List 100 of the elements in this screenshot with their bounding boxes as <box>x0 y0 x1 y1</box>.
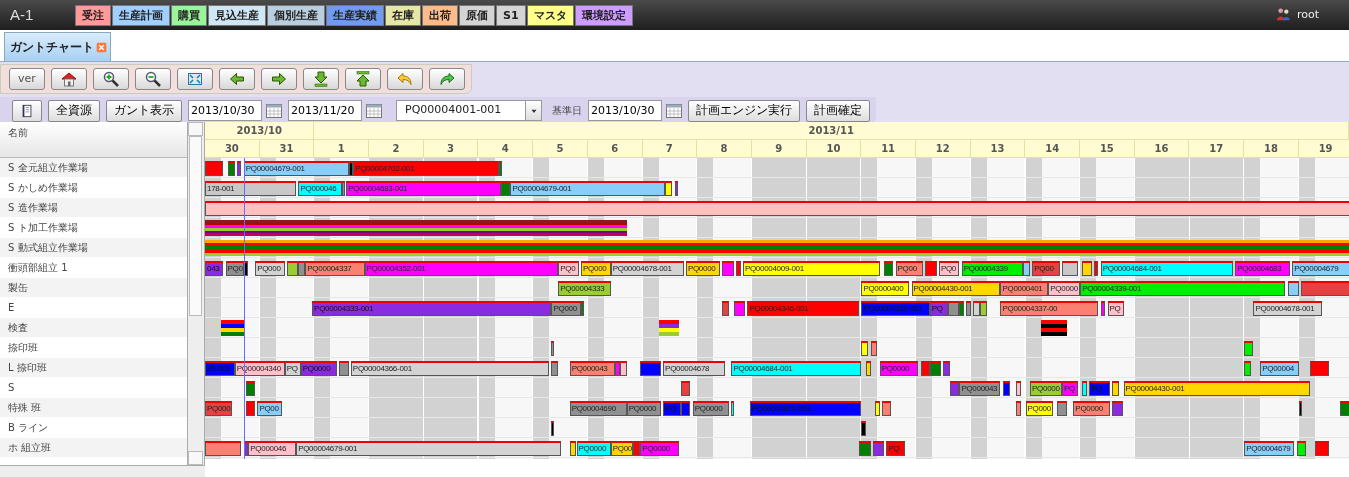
action-button[interactable]: 全資源 <box>48 99 100 122</box>
back-button[interactable] <box>219 68 255 90</box>
task-bar[interactable] <box>1296 441 1306 456</box>
calendar-icon[interactable] <box>366 103 382 118</box>
task-bar[interactable]: PQ00004679-001 <box>510 181 666 196</box>
calendar-icon[interactable] <box>666 103 682 118</box>
task-bar[interactable] <box>551 361 559 376</box>
task-bar[interactable] <box>861 341 869 356</box>
horizontal-scrollbar[interactable] <box>0 465 205 477</box>
select-field[interactable]: PQ00004001-001 <box>396 100 542 121</box>
menu-item[interactable]: 出荷 <box>422 4 458 26</box>
task-bar[interactable]: PQ0000 <box>1030 381 1062 396</box>
task-bar[interactable] <box>1112 401 1124 416</box>
task-bar[interactable]: PQ000 <box>1025 401 1053 416</box>
task-bar[interactable]: PQ0000 <box>576 441 611 456</box>
fit-button[interactable] <box>177 68 213 90</box>
task-bar[interactable]: PQ0 <box>938 261 960 276</box>
task-bar[interactable] <box>246 401 256 416</box>
vertical-scrollbar[interactable] <box>188 122 205 465</box>
date-field[interactable]: 2013/11/20 <box>288 100 362 121</box>
task-bar[interactable]: PQ00004678 <box>663 361 725 376</box>
task-bar[interactable] <box>1287 281 1299 296</box>
task-bar[interactable]: PQ0000 <box>626 401 661 416</box>
task-bar[interactable] <box>881 401 891 416</box>
task-bar[interactable]: PQ0000 <box>879 361 919 376</box>
task-bar[interactable]: PQ00 <box>1032 261 1060 276</box>
task-bar[interactable]: PQ00004339-001 <box>1080 281 1286 296</box>
task-bar[interactable]: PQ0000 <box>640 441 680 456</box>
task-bar[interactable] <box>581 301 585 316</box>
tab[interactable]: ガントチャート <box>4 32 111 61</box>
task-bar[interactable]: PQ00004679 <box>1292 261 1349 276</box>
download-button[interactable] <box>303 68 339 90</box>
task-bar[interactable]: PQ00004678-001 <box>1253 301 1322 316</box>
menu-item[interactable]: 原価 <box>459 4 495 26</box>
action-button[interactable]: 計画エンジン実行 <box>688 99 800 122</box>
menu-item[interactable]: 個別生産 <box>267 4 325 26</box>
task-bar[interactable]: PQ000043 <box>569 361 616 376</box>
task-bar[interactable]: PQ000 <box>255 261 285 276</box>
task-bar[interactable] <box>681 401 691 416</box>
task-bar[interactable] <box>674 181 678 196</box>
task-bar[interactable]: PQ0000 <box>1073 401 1110 416</box>
menu-item[interactable]: 在庫 <box>385 4 421 26</box>
action-button[interactable]: 計画確定 <box>806 99 870 122</box>
task-bar[interactable]: PQ000043 <box>959 381 1001 396</box>
task-bar[interactable]: PQ00004339 <box>961 261 1024 276</box>
task-bar[interactable]: PQ00004346-001 <box>747 301 860 316</box>
menu-item[interactable]: S1 <box>496 4 526 26</box>
zoom-out-button[interactable] <box>135 68 171 90</box>
undo-button[interactable] <box>387 68 423 90</box>
task-bar[interactable] <box>722 301 730 316</box>
task-bar[interactable] <box>1002 381 1010 396</box>
task-bar[interactable] <box>870 341 878 356</box>
task-bar[interactable]: PQ0000400 <box>861 281 910 296</box>
task-bar[interactable] <box>1100 301 1106 316</box>
task-bar[interactable] <box>227 161 235 176</box>
task-bar[interactable]: PQ00004 <box>1260 361 1299 376</box>
task-bar[interactable] <box>205 441 242 456</box>
zoom-in-button[interactable] <box>93 68 129 90</box>
task-bar[interactable] <box>236 161 242 176</box>
task-bar[interactable]: PQ00004366-001 <box>350 361 550 376</box>
task-bar[interactable] <box>943 361 951 376</box>
menu-item[interactable]: 購買 <box>171 4 207 26</box>
task-bar[interactable]: PQ00004684-001 <box>1100 261 1233 276</box>
task-bar[interactable]: PQ00004690 <box>569 401 627 416</box>
task-bar[interactable]: PQ00004684-001 <box>731 361 862 376</box>
task-bar[interactable] <box>681 381 691 396</box>
menu-item[interactable]: 生産実績 <box>326 4 384 26</box>
task-bar[interactable]: PQ000046 <box>248 441 297 456</box>
task-bar[interactable]: PQ00004679-001 <box>296 441 561 456</box>
home-button[interactable] <box>51 68 87 90</box>
task-bar[interactable]: PQ00004702-001 <box>353 161 499 176</box>
task-bar[interactable] <box>551 341 555 356</box>
task-bar[interactable] <box>205 161 224 176</box>
task-bar[interactable]: PQ00004683-001 <box>346 181 502 196</box>
task-bar[interactable]: PQ000 <box>581 261 611 276</box>
task-bar[interactable] <box>884 261 894 276</box>
task-bar[interactable]: PQ00004683 <box>1235 261 1290 276</box>
menu-item[interactable]: マスタ <box>526 4 574 26</box>
task-bar[interactable]: PQ0000 <box>692 401 730 416</box>
task-bar[interactable]: PQ <box>886 441 905 456</box>
task-bar[interactable]: PQ00 <box>895 261 923 276</box>
task-bar[interactable] <box>665 181 673 196</box>
menu-item[interactable]: 環境設定 <box>574 4 633 26</box>
menu-item[interactable]: 生産計画 <box>112 4 170 26</box>
redo-button[interactable] <box>429 68 465 90</box>
task-bar[interactable]: PQ00 <box>257 401 283 416</box>
task-bar[interactable]: PQ00004430-001 <box>911 281 1001 296</box>
task-bar[interactable]: PQ00004430-001 <box>1123 381 1311 396</box>
task-bar[interactable]: PQ00004009-001 <box>742 261 880 276</box>
task-bar[interactable]: PQ00004678-001 <box>610 261 684 276</box>
date-field[interactable]: 2013/10/30 <box>188 100 262 121</box>
calendar-icon[interactable] <box>266 103 282 118</box>
task-bar[interactable]: PQ0000 <box>685 261 721 276</box>
task-bar[interactable]: PQ0 <box>558 261 579 276</box>
task-bar[interactable] <box>731 401 735 416</box>
task-bar[interactable]: PQ00 <box>610 441 634 456</box>
task-bar[interactable] <box>246 381 256 396</box>
task-bar[interactable]: PQ00004337 <box>305 261 365 276</box>
task-bar[interactable]: PQ00004333 <box>558 281 611 296</box>
task-bar[interactable]: 178-001 <box>205 181 297 196</box>
